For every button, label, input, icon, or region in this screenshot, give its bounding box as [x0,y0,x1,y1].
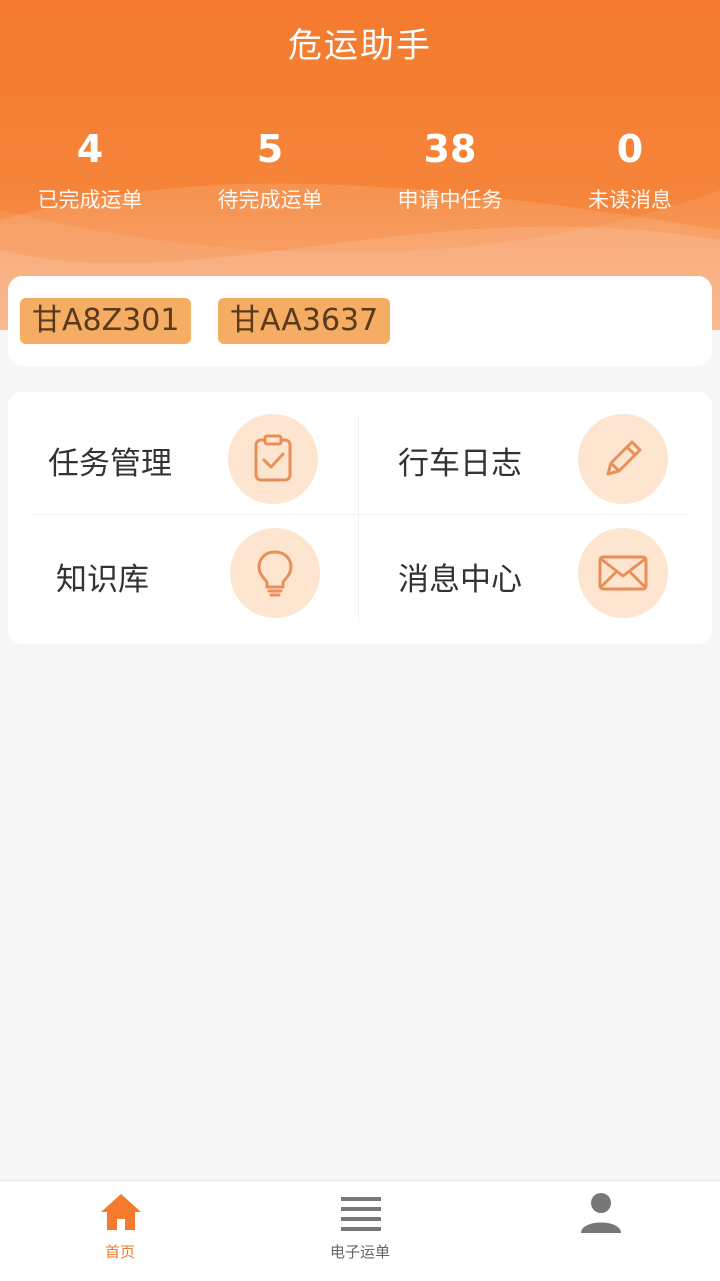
user-icon [581,1193,621,1233]
menu-item-label: 消息中心 [398,562,522,598]
menu-item-task-management[interactable]: 任务管理 [8,400,358,518]
stat-value: 5 [256,127,284,171]
lightbulb-icon [230,528,320,618]
tab-label: 电子运单 [329,1243,390,1261]
stat-applying[interactable]: 38 申请中任务 [360,126,540,214]
home-icon [101,1194,141,1230]
tab-bar: 首页 电子运单 [0,1180,720,1281]
list-icon [341,1197,381,1231]
clipboard-check-icon [228,414,318,504]
menu-item-driving-log[interactable]: 行车日志 [360,400,710,518]
stat-label: 待完成运单 [217,188,323,212]
stat-label: 未读消息 [588,188,672,212]
envelope-icon [578,528,668,618]
stat-pending[interactable]: 5 待完成运单 [180,126,360,214]
menu-item-knowledge-base[interactable]: 知识库 [8,516,358,634]
tab-label: 首页 [104,1243,135,1261]
stat-label: 申请中任务 [397,188,503,212]
menu-item-label: 任务管理 [48,446,172,482]
stat-value: 38 [423,127,477,171]
menu-item-label: 知识库 [56,562,149,598]
menu-card: 任务管理 行车日志 知识库 消息中心 [8,392,712,644]
tab-profile[interactable] [480,1181,720,1281]
plates-card: 甘A8Z301 甘AA3637 [8,276,712,366]
page-title: 危运助手 [288,26,432,66]
tab-waybill[interactable]: 电子运单 [240,1181,480,1281]
stat-label: 已完成运单 [37,188,143,212]
stat-value: 0 [616,127,644,171]
stats-row: 4 已完成运单 5 待完成运单 38 申请中任务 0 未读消息 [0,126,720,214]
pencil-icon [578,414,668,504]
divider [358,414,359,622]
plate-tag[interactable]: 甘A8Z301 [20,298,192,344]
stat-completed[interactable]: 4 已完成运单 [0,126,180,214]
stat-unread[interactable]: 0 未读消息 [540,126,720,214]
stat-value: 4 [76,127,104,171]
tab-home[interactable]: 首页 [0,1181,240,1281]
menu-item-message-center[interactable]: 消息中心 [360,516,710,634]
plate-tag[interactable]: 甘AA3637 [218,298,391,344]
menu-item-label: 行车日志 [398,446,522,482]
